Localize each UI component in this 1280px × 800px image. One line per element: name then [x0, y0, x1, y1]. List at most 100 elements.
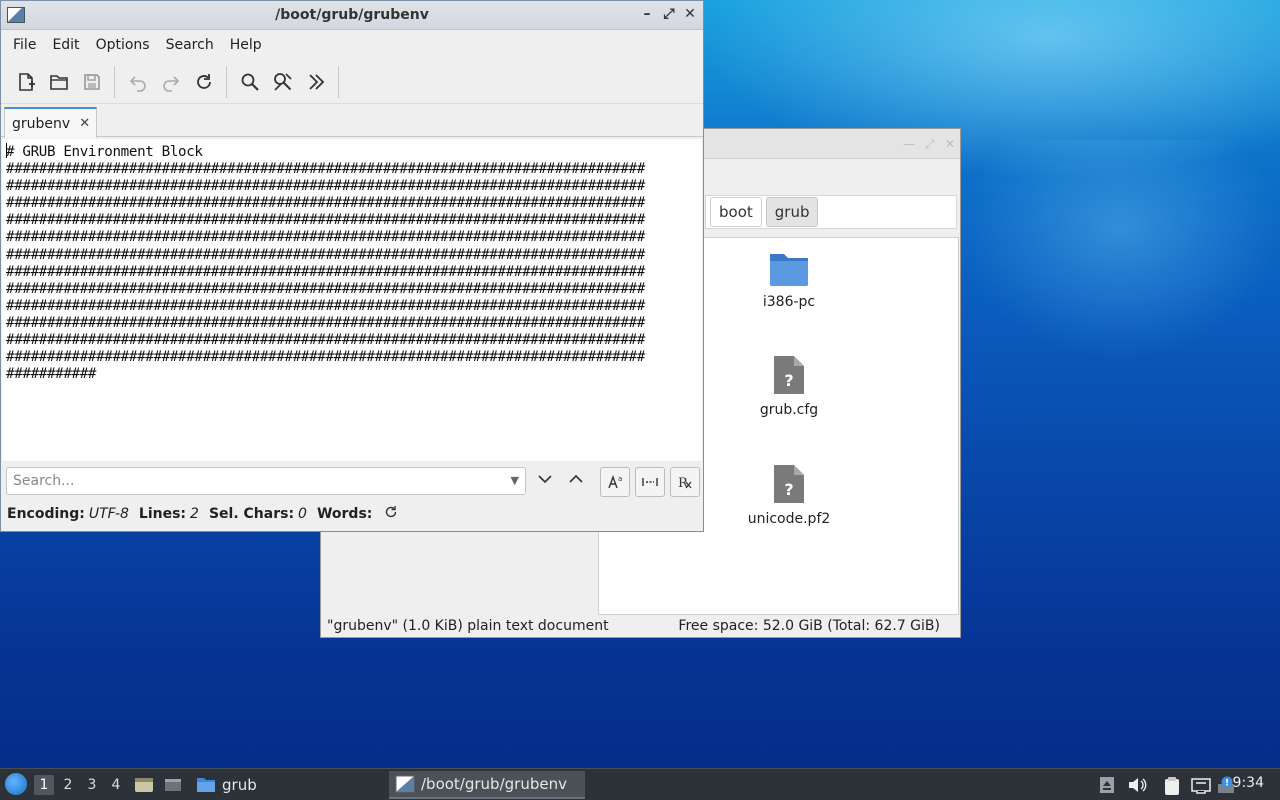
words-label: Words:	[316, 506, 373, 522]
encoding-label: Encoding:	[7, 506, 85, 522]
encoding-value: UTF-8	[88, 506, 129, 522]
undo-icon	[129, 75, 146, 92]
toolbar-separator	[226, 65, 227, 98]
text-editor-icon	[395, 775, 415, 793]
reload-icon	[196, 73, 211, 89]
show-desktop-icon[interactable]	[134, 776, 153, 794]
breadcrumb-grub[interactable]: grub	[765, 197, 819, 227]
path-bar: boot grub	[705, 195, 957, 229]
breadcrumb-boot[interactable]: boot	[710, 197, 762, 227]
text-editor-area[interactable]: # GRUB Environment Block ###############…	[2, 139, 702, 461]
folder-icon	[770, 254, 808, 286]
find-next-button[interactable]	[537, 471, 553, 491]
file-item-grub-cfg[interactable]: ? grub.cfg	[734, 354, 844, 418]
toolbar	[1, 60, 703, 104]
open-file-button[interactable]	[42, 65, 75, 99]
file-item-label: grub.cfg	[759, 402, 819, 418]
toolbar-separator	[338, 65, 339, 98]
sel-chars-value: 0	[298, 506, 307, 522]
close-icon[interactable]: ✕	[945, 137, 955, 151]
editor-line-4: ########################################…	[6, 195, 645, 212]
regex-icon: R	[678, 476, 692, 491]
redo-icon	[162, 75, 179, 92]
editor-titlebar[interactable]: /boot/grub/grubenv – ⤢ ✕	[1, 1, 703, 30]
editor-line-9: ########################################…	[6, 280, 645, 297]
clipboard-icon[interactable]	[1163, 776, 1181, 795]
open-folder-icon	[49, 74, 68, 90]
menubar: File Edit Options Search Help	[1, 30, 703, 60]
refresh-word-count-button[interactable]	[384, 505, 398, 523]
close-tab-icon[interactable]: ✕	[79, 116, 90, 131]
chevron-up-icon	[569, 474, 583, 483]
find-button[interactable]	[233, 65, 266, 99]
chevron-down-icon[interactable]: ▼	[511, 474, 519, 487]
workspace-1[interactable]: 1	[34, 775, 54, 795]
whole-word-icon	[642, 478, 658, 486]
unknown-file-icon: ?	[774, 356, 804, 394]
minimize-icon[interactable]: —	[903, 137, 915, 151]
chevron-down-icon	[538, 475, 552, 484]
eject-icon[interactable]	[1099, 776, 1117, 794]
editor-line-13: ########################################…	[6, 349, 645, 366]
editor-line-7: ########################################…	[6, 246, 645, 263]
lines-value: 2	[190, 506, 199, 522]
lines-label: Lines:	[138, 506, 187, 522]
search-placeholder: Search...	[13, 473, 75, 489]
workspace-2[interactable]: 2	[58, 775, 78, 795]
workspace-4[interactable]: 4	[106, 775, 126, 795]
svg-text:?: ?	[784, 371, 793, 390]
selection-info: "grubenv" (1.0 KiB) plain text document	[327, 618, 609, 634]
workspace-3[interactable]: 3	[82, 775, 102, 795]
new-file-icon	[18, 72, 35, 91]
redo-button[interactable]	[154, 65, 187, 99]
file-item-unicode-pf2[interactable]: ? unicode.pf2	[734, 463, 844, 527]
minimize-icon[interactable]: –	[638, 6, 656, 22]
start-menu-icon[interactable]	[5, 773, 27, 795]
menu-file[interactable]: File	[5, 37, 44, 53]
close-icon[interactable]: ✕	[681, 6, 699, 22]
clock[interactable]: 9:34	[1233, 775, 1264, 791]
editor-line-12: ########################################…	[6, 332, 645, 349]
editor-line-1: # GRUB Environment Block	[6, 144, 203, 160]
search-bar: Search... ▼ a R	[1, 465, 703, 499]
editor-line-5: ########################################…	[6, 212, 645, 229]
menu-options[interactable]: Options	[88, 37, 158, 53]
new-file-button[interactable]	[9, 65, 42, 99]
menu-help[interactable]: Help	[222, 37, 270, 53]
regex-toggle[interactable]: R	[670, 467, 700, 497]
editor-line-6: ########################################…	[6, 229, 645, 246]
free-space-info: Free space: 52.0 GiB (Total: 62.7 GiB)	[678, 618, 940, 634]
save-button[interactable]	[75, 65, 108, 99]
menu-edit[interactable]: Edit	[44, 37, 87, 53]
go-to-line-button[interactable]	[299, 65, 332, 99]
toolbar-separator	[114, 65, 115, 98]
sel-chars-label: Sel. Chars:	[208, 506, 295, 522]
undo-button[interactable]	[121, 65, 154, 99]
editor-line-3: ########################################…	[6, 178, 645, 195]
volume-icon[interactable]	[1127, 776, 1147, 794]
text-editor-icon	[7, 7, 25, 23]
file-item-label: i386-pc	[762, 294, 816, 310]
window-list-icon[interactable]	[164, 776, 182, 794]
menu-search[interactable]: Search	[158, 37, 222, 53]
whole-word-toggle[interactable]	[635, 467, 665, 497]
task-grubenv-editor[interactable]: /boot/grub/grubenv	[389, 771, 585, 799]
file-item-i386-pc[interactable]: i386-pc	[734, 248, 844, 310]
svg-text:!: !	[1225, 779, 1229, 789]
tab-grubenv[interactable]: grubenv ✕	[4, 107, 97, 138]
match-case-toggle[interactable]: a	[600, 467, 630, 497]
find-previous-button[interactable]	[568, 471, 584, 491]
network-icon[interactable]	[1191, 776, 1211, 794]
maximize-icon[interactable]: ⤢	[925, 137, 935, 152]
svg-text:?: ?	[784, 480, 793, 499]
replace-button[interactable]	[266, 65, 299, 99]
maximize-icon[interactable]: ⤢	[660, 6, 678, 22]
text-editor-window[interactable]: /boot/grub/grubenv – ⤢ ✕ File Edit Optio…	[0, 0, 704, 532]
task-grub[interactable]: grub	[190, 771, 263, 799]
refresh-icon	[386, 506, 397, 518]
search-input[interactable]: Search... ▼	[6, 467, 526, 495]
editor-line-11: ########################################…	[6, 314, 645, 331]
unknown-file-icon: ?	[774, 465, 804, 503]
task-label: grub	[222, 776, 257, 794]
reload-button[interactable]	[187, 65, 220, 99]
